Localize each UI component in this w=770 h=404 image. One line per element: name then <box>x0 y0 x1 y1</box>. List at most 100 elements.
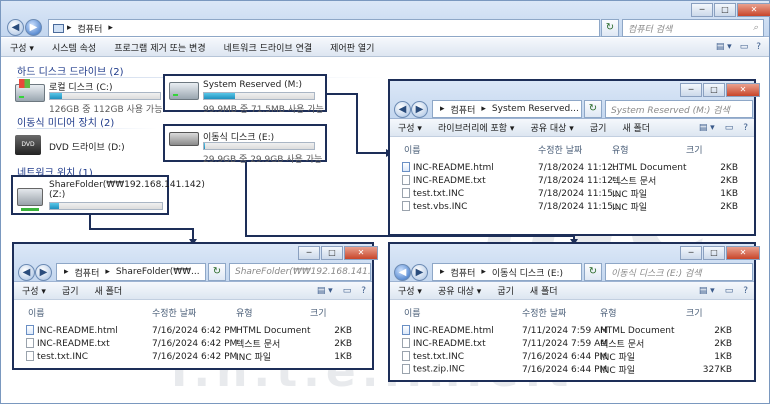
minimize-button[interactable]: ─ <box>298 246 320 260</box>
column-size[interactable]: 크기 <box>686 143 703 156</box>
new-folder-button[interactable]: 새 폴더 <box>522 284 566 297</box>
forward-button[interactable]: ▶ <box>25 19 42 36</box>
share-with-menu[interactable]: 공유 대상 ▾ <box>430 284 489 297</box>
organize-menu[interactable]: 구성 ▾ <box>14 284 54 297</box>
address-bar[interactable]: ▸ 컴퓨터 ▸ 이동식 디스크 (E:) <box>432 263 582 281</box>
help-icon[interactable]: ? <box>743 286 748 296</box>
file-row[interactable]: INC-README.html 7/18/2024 11:12... HTML Do… <box>390 161 754 174</box>
refresh-button[interactable]: ↻ <box>584 263 602 281</box>
column-name[interactable]: 이름 <box>28 306 45 319</box>
file-row[interactable]: test.txt.INC 7/18/2024 11:15... INC 파일 1KB <box>390 187 754 200</box>
file-row[interactable]: test.zip.INC 7/16/2024 6:44 PM INC 파일 327KB <box>390 363 754 376</box>
forward-button[interactable]: ▶ <box>411 101 428 118</box>
help-icon[interactable]: ? <box>756 42 761 52</box>
breadcrumb-computer[interactable]: 컴퓨터 <box>75 266 100 279</box>
view-options-icon[interactable]: ▤ ▾ <box>317 286 333 296</box>
back-button[interactable]: ◀ <box>18 264 35 281</box>
back-button[interactable]: ◀ <box>7 19 24 36</box>
column-date[interactable]: 수정한 날짜 <box>522 306 566 319</box>
refresh-button[interactable]: ↻ <box>584 100 602 118</box>
search-input[interactable]: 이동식 디스크 (E:) 검색 <box>605 263 753 281</box>
column-size[interactable]: 크기 <box>686 306 703 319</box>
drive-dvd-d[interactable]: DVD DVD 드라이브 (D:) <box>15 135 165 159</box>
search-input[interactable]: System Reserved (M:) 검색 <box>605 100 753 118</box>
close-button[interactable]: ✕ <box>726 83 760 97</box>
breadcrumb-drive[interactable]: 이동식 디스크 (E:) <box>492 266 563 279</box>
file-row[interactable]: INC-README.html 7/11/2024 7:59 AM HTML Doc… <box>390 324 754 337</box>
organize-menu[interactable]: 구성 ▾ <box>390 121 430 134</box>
include-in-library-menu[interactable]: 라이브러리에 포함 ▾ <box>430 121 522 134</box>
preview-pane-icon[interactable]: ▭ <box>725 286 734 296</box>
close-button[interactable]: ✕ <box>726 246 760 260</box>
breadcrumb-computer[interactable]: 컴퓨터 <box>78 22 103 35</box>
breadcrumb-drive[interactable]: ShareFolder(₩₩... <box>116 267 200 277</box>
view-options-icon[interactable]: ▤ ▾ <box>699 123 715 133</box>
breadcrumb-computer[interactable]: 컴퓨터 <box>451 103 476 116</box>
search-input[interactable]: ShareFolder(₩₩192.168.141.142) (Z... <box>229 263 371 281</box>
column-type[interactable]: 유형 <box>600 306 617 319</box>
back-button[interactable]: ◀ <box>394 101 411 118</box>
burn-button[interactable]: 굽기 <box>489 284 522 297</box>
drive-local-c[interactable]: 로컬 디스크 (C:) 126GB 중 112GB 사용 가능 <box>15 79 165 115</box>
open-control-panel-button[interactable]: 제어판 열기 <box>321 41 383 54</box>
file-row[interactable]: test.vbs.INC 7/18/2024 11:15... INC 파일 2KB <box>390 200 754 213</box>
section-hard-disks[interactable]: 하드 디스크 드라이브 (2) <box>17 63 387 78</box>
drive-share-folder-z[interactable]: ShareFolder(₩₩192.168.141.142) (Z:) <box>11 175 205 215</box>
minimize-button[interactable]: ─ <box>680 246 702 260</box>
preview-pane-icon[interactable]: ▭ <box>343 286 352 296</box>
new-folder-button[interactable]: 새 폴더 <box>87 284 131 297</box>
drive-removable-e[interactable]: 이동식 디스크 (E:) 29.9GB 중 29.9GB 사용 가능 <box>163 124 327 165</box>
close-button[interactable]: ✕ <box>737 3 770 17</box>
view-options-icon[interactable]: ▤ ▾ <box>716 42 732 52</box>
drive-system-reserved-m[interactable]: System Reserved (M:) 99.9MB 중 71.5MB 사용 … <box>163 74 327 115</box>
preview-pane-icon[interactable]: ▭ <box>740 42 749 52</box>
file-row[interactable]: test.txt.INC 7/16/2024 6:44 PM INC 파일 1KB <box>390 350 754 363</box>
preview-pane-icon[interactable]: ▭ <box>725 123 734 133</box>
file-row[interactable]: INC-README.html 7/16/2024 6:42 PM HTML Doc… <box>14 324 372 337</box>
file-row[interactable]: INC-README.txt 7/18/2024 11:12... 텍스트 문서 2K… <box>390 174 754 187</box>
refresh-button[interactable]: ↻ <box>208 263 226 281</box>
column-type[interactable]: 유형 <box>612 143 629 156</box>
column-name[interactable]: 이름 <box>404 143 421 156</box>
forward-button[interactable]: ▶ <box>35 264 52 281</box>
maximize-button[interactable]: □ <box>321 246 343 260</box>
breadcrumb-computer[interactable]: 컴퓨터 <box>451 266 476 279</box>
close-button[interactable]: ✕ <box>344 246 378 260</box>
maximize-button[interactable]: □ <box>703 83 725 97</box>
help-icon[interactable]: ? <box>361 286 366 296</box>
burn-button[interactable]: 굽기 <box>54 284 87 297</box>
system-properties-button[interactable]: 시스템 속성 <box>43 41 105 54</box>
new-folder-button[interactable]: 새 폴더 <box>614 121 658 134</box>
column-date[interactable]: 수정한 날짜 <box>538 143 582 156</box>
column-date[interactable]: 수정한 날짜 <box>152 306 196 319</box>
organize-menu[interactable]: 구성 ▾ <box>1 41 43 54</box>
burn-button[interactable]: 굽기 <box>582 121 615 134</box>
address-bar[interactable]: ▸ 컴퓨터 ▸ <box>48 19 600 37</box>
file-type: INC 파일 <box>612 190 648 200</box>
forward-button[interactable]: ▶ <box>411 264 428 281</box>
organize-menu[interactable]: 구성 ▾ <box>390 284 430 297</box>
address-bar[interactable]: ▸ 컴퓨터 ▸ System Reserved... <box>432 100 582 118</box>
maximize-button[interactable]: □ <box>703 246 725 260</box>
minimize-button[interactable]: ─ <box>691 3 713 17</box>
breadcrumb-drive[interactable]: System Reserved... <box>492 104 579 114</box>
column-name[interactable]: 이름 <box>404 306 421 319</box>
view-options-icon[interactable]: ▤ ▾ <box>699 286 715 296</box>
minimize-button[interactable]: ─ <box>680 83 702 97</box>
maximize-button[interactable]: □ <box>714 3 736 17</box>
column-type[interactable]: 유형 <box>236 306 253 319</box>
map-network-drive-button[interactable]: 네트워크 드라이브 연결 <box>215 41 322 54</box>
address-bar[interactable]: ▸ 컴퓨터 ▸ ShareFolder(₩₩... <box>56 263 206 281</box>
help-icon[interactable]: ? <box>743 123 748 133</box>
uninstall-program-button[interactable]: 프로그램 제거 또는 변경 <box>105 41 214 54</box>
section-removable[interactable]: 이동식 미디어 장치 (2) <box>17 114 157 129</box>
file-row[interactable]: test.txt.INC 7/16/2024 6:42 PM INC 파일 1KB <box>14 350 372 363</box>
command-bar: 구성 ▾ 시스템 속성 프로그램 제거 또는 변경 네트워크 드라이브 연결 제… <box>1 38 769 57</box>
back-button[interactable]: ◀ <box>394 264 411 281</box>
refresh-button[interactable]: ↻ <box>601 19 619 37</box>
column-size[interactable]: 크기 <box>310 306 327 319</box>
file-row[interactable]: INC-README.txt 7/11/2024 7:59 AM 텍스트 문서 2KB <box>390 337 754 350</box>
share-with-menu[interactable]: 공유 대상 ▾ <box>522 121 581 134</box>
file-row[interactable]: INC-README.txt 7/16/2024 6:42 PM 텍스트 문서 2KB <box>14 337 372 350</box>
search-input[interactable]: 컴퓨터 검색 ⌕ <box>622 19 764 37</box>
